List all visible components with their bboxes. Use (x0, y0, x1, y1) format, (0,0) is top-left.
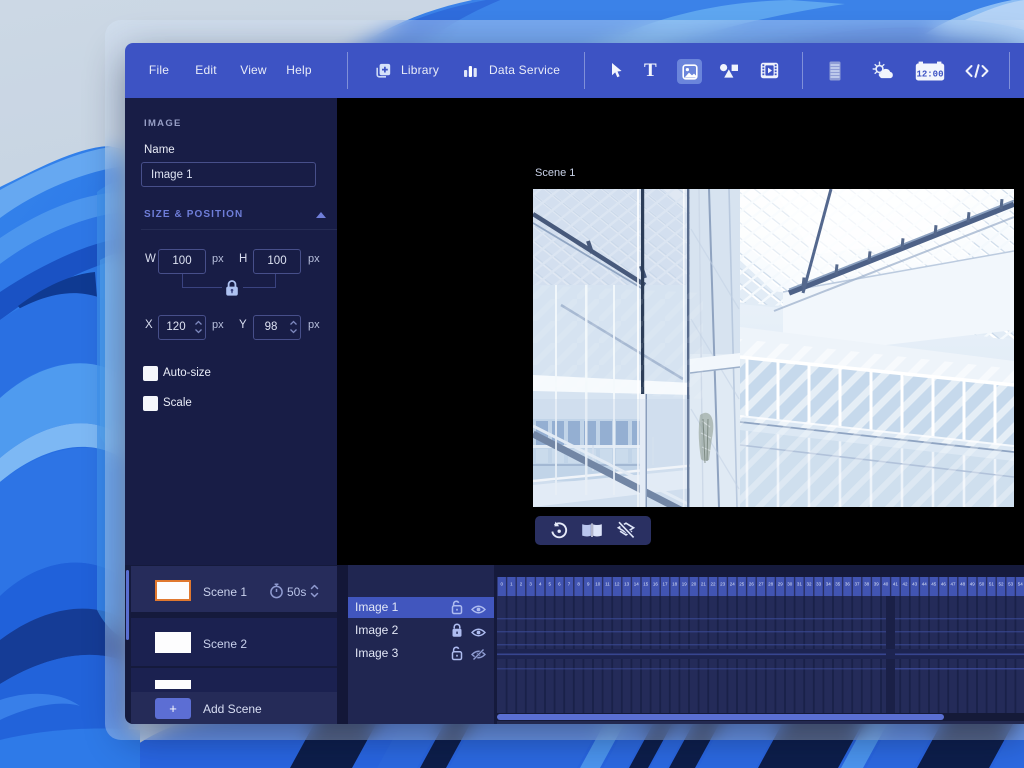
svg-text:17: 17 (662, 581, 668, 586)
svg-text:19: 19 (682, 581, 688, 586)
svg-text:25: 25 (739, 581, 745, 586)
svg-text:16: 16 (653, 581, 659, 586)
svg-text:34: 34 (826, 581, 832, 586)
svg-text:49: 49 (970, 581, 976, 586)
svg-text:39: 39 (874, 581, 880, 586)
svg-text:12: 12 (614, 581, 620, 586)
svg-text:46: 46 (941, 581, 947, 586)
svg-text:12:00: 12:00 (916, 70, 943, 80)
svg-text:47: 47 (950, 581, 956, 586)
svg-text:22: 22 (710, 581, 716, 586)
svg-text:14: 14 (634, 581, 640, 586)
svg-text:52: 52 (998, 581, 1004, 586)
svg-text:43: 43 (912, 581, 918, 586)
svg-text:13: 13 (624, 581, 630, 586)
svg-text:28: 28 (768, 581, 774, 586)
svg-text:50: 50 (979, 581, 985, 586)
svg-text:51: 51 (989, 581, 995, 586)
svg-text:31: 31 (797, 581, 803, 586)
svg-text:29: 29 (778, 581, 784, 586)
svg-text:26: 26 (749, 581, 755, 586)
svg-text:41: 41 (893, 581, 899, 586)
svg-text:10: 10 (595, 581, 601, 586)
svg-text:15: 15 (643, 581, 649, 586)
svg-text:42: 42 (902, 581, 908, 586)
svg-text:40: 40 (883, 581, 889, 586)
svg-text:27: 27 (758, 581, 764, 586)
svg-text:48: 48 (960, 581, 966, 586)
svg-text:38: 38 (864, 581, 870, 586)
svg-text:45: 45 (931, 581, 937, 586)
svg-text:36: 36 (845, 581, 851, 586)
svg-text:20: 20 (691, 581, 697, 586)
svg-text:11: 11 (605, 581, 610, 586)
svg-text:30: 30 (787, 581, 793, 586)
svg-text:35: 35 (835, 581, 841, 586)
svg-text:23: 23 (720, 581, 726, 586)
svg-text:54: 54 (1018, 581, 1024, 586)
svg-text:53: 53 (1008, 581, 1014, 586)
svg-text:33: 33 (816, 581, 822, 586)
svg-text:32: 32 (806, 581, 812, 586)
svg-text:44: 44 (922, 581, 928, 586)
svg-text:21: 21 (701, 581, 707, 586)
svg-text:37: 37 (854, 581, 860, 586)
svg-text:24: 24 (730, 581, 736, 586)
svg-text:18: 18 (672, 581, 678, 586)
